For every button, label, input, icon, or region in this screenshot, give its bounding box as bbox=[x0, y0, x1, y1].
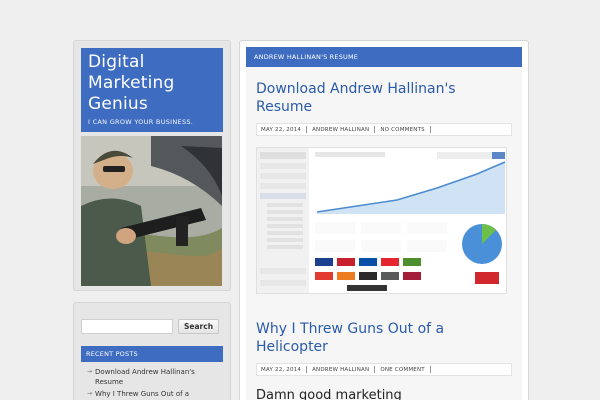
page-banner: ANDREW HALLINAN'S RESUME bbox=[246, 47, 522, 67]
recent-posts-list: → Download Andrew Hallinan's Resume → Wh… bbox=[81, 367, 223, 399]
site-identity-card: Digital Marketing Genius I CAN GROW YOUR… bbox=[73, 40, 231, 291]
recent-post-link[interactable]: Why I Threw Guns Out of a bbox=[95, 389, 189, 399]
post-meta: MAY 22, 2014 ANDREW HALLINAN NO COMMENTS bbox=[256, 123, 512, 136]
divider bbox=[306, 366, 308, 373]
site-tagline: I CAN GROW YOUR BUSINESS. bbox=[88, 118, 194, 126]
search-form: Search bbox=[81, 319, 223, 334]
post-date[interactable]: MAY 22, 2014 bbox=[261, 127, 306, 133]
hero-photo-illustration bbox=[81, 136, 222, 286]
search-button[interactable]: Search bbox=[178, 319, 220, 334]
hero-photo-helicopter bbox=[81, 136, 222, 286]
post-date[interactable]: MAY 22, 2014 bbox=[261, 367, 306, 373]
divider bbox=[429, 366, 431, 373]
recent-post-link[interactable]: Download Andrew Hallinan's Resume bbox=[95, 367, 223, 387]
arrow-right-icon: → bbox=[87, 390, 93, 397]
arrow-right-icon: → bbox=[87, 368, 93, 375]
divider bbox=[306, 126, 308, 133]
post-meta: MAY 22, 2014 ANDREW HALLINAN ONE COMMENT bbox=[256, 363, 512, 376]
post: Download Andrew Hallinan's Resume MAY 22… bbox=[246, 80, 522, 294]
divider bbox=[374, 126, 376, 133]
post-comments[interactable]: ONE COMMENT bbox=[380, 367, 429, 373]
divider bbox=[374, 366, 376, 373]
resume-preview-image[interactable] bbox=[256, 147, 507, 294]
main-content: ANDREW HALLINAN'S RESUME Download Andrew… bbox=[239, 40, 529, 400]
post-title-link[interactable]: Why I Threw Guns Out of a Helicopter bbox=[256, 320, 512, 356]
analytics-dashboard-illustration bbox=[257, 148, 506, 293]
site-title-line[interactable]: Genius bbox=[88, 94, 216, 115]
sidebar-widgets: Search RECENT POSTS → Download Andrew Ha… bbox=[73, 302, 231, 400]
site-title-line[interactable]: Digital bbox=[88, 52, 216, 73]
site-title-line[interactable]: Marketing bbox=[88, 73, 216, 94]
site-title[interactable]: Digital Marketing Genius bbox=[88, 52, 216, 115]
search-input[interactable] bbox=[81, 319, 173, 334]
post-title-link[interactable]: Download Andrew Hallinan's Resume bbox=[256, 80, 512, 116]
post-excerpt: Damn good marketing bbox=[256, 388, 402, 400]
post-comments[interactable]: NO COMMENTS bbox=[380, 127, 430, 133]
list-item: → Why I Threw Guns Out of a bbox=[87, 389, 223, 399]
post: Why I Threw Guns Out of a Helicopter MAY… bbox=[246, 320, 522, 400]
recent-posts-heading: RECENT POSTS bbox=[81, 346, 223, 362]
post-author[interactable]: ANDREW HALLINAN bbox=[312, 127, 374, 133]
post-author[interactable]: ANDREW HALLINAN bbox=[312, 367, 374, 373]
main-inner: ANDREW HALLINAN'S RESUME Download Andrew… bbox=[246, 47, 522, 400]
site-header[interactable]: Digital Marketing Genius I CAN GROW YOUR… bbox=[81, 48, 223, 132]
divider bbox=[429, 126, 431, 133]
list-item: → Download Andrew Hallinan's Resume bbox=[87, 367, 223, 387]
